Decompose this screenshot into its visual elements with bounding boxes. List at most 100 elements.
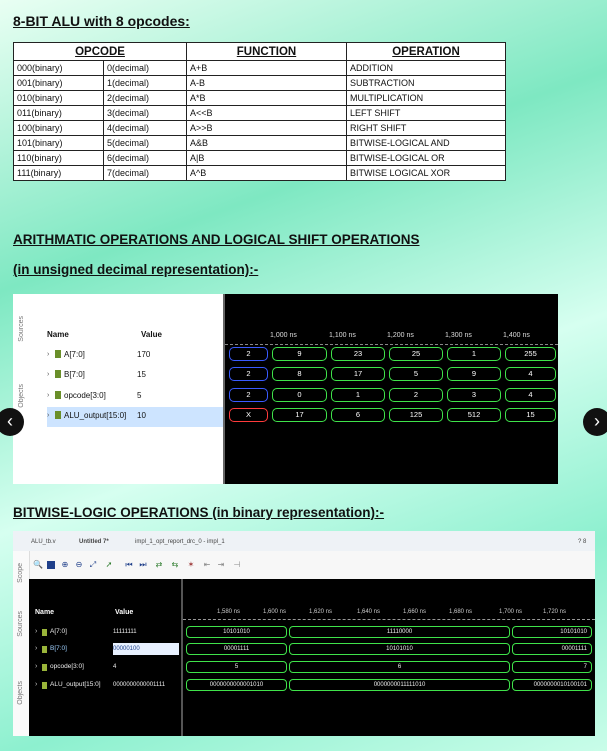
signal-chevron-icon[interactable]: › bbox=[35, 681, 37, 688]
time-label: 1,000 ns bbox=[270, 332, 297, 339]
opcode-binary-cell: 110(binary) bbox=[13, 150, 104, 166]
scope-tab[interactable]: Scope bbox=[17, 563, 24, 583]
zoom-out-icon[interactable]: ⊖ bbox=[75, 561, 83, 569]
value-column-header: Value bbox=[141, 330, 162, 339]
wave-segment: 1 bbox=[447, 347, 501, 361]
table-row: 010(binary) 2(decimal) A*B MULTIPLICATION bbox=[13, 90, 506, 106]
table-row: 000(binary) 0(decimal) A+B ADDITION bbox=[13, 60, 506, 76]
signal-chevron-icon[interactable]: › bbox=[47, 392, 49, 399]
function-cell: A+B bbox=[186, 60, 347, 76]
wave-segment: 0 bbox=[272, 388, 327, 402]
wave-segment: 00001111 bbox=[186, 643, 287, 655]
marker-icon[interactable]: ⇆ bbox=[171, 561, 179, 569]
section-arith-subtitle: (in unsigned decimal representation):- bbox=[13, 262, 259, 277]
marker-next-icon[interactable]: ⇥ bbox=[217, 561, 225, 569]
operation-cell: BITWISE LOGICAL XOR bbox=[346, 165, 506, 181]
function-cell: A>>B bbox=[186, 120, 347, 136]
wave-panel[interactable]: 1,000 ns 1,100 ns 1,200 ns 1,300 ns 1,400 ns… bbox=[225, 294, 558, 484]
name-column-header: Name bbox=[35, 609, 55, 616]
opcode-binary-cell: 010(binary) bbox=[13, 90, 104, 106]
signal-name[interactable]: A[7:0] bbox=[50, 628, 67, 635]
table-row: 111(binary) 7(decimal) A^B BITWISE LOGICAL … bbox=[13, 165, 506, 181]
wave-segment: 0000000010100101 bbox=[512, 679, 592, 691]
signal-value: 10 bbox=[137, 411, 146, 420]
signal-chevron-icon[interactable]: › bbox=[47, 412, 49, 419]
wave-segment: 255 bbox=[505, 347, 556, 361]
operation-cell: RIGHT SHIFT bbox=[346, 120, 506, 136]
tab-untitled-7[interactable]: Untitled 7* bbox=[79, 539, 109, 545]
signal-name[interactable]: A[7:0] bbox=[64, 350, 85, 359]
section-arith-title: ARITHMATIC OPERATIONS AND LOGICAL SHIFT … bbox=[13, 232, 420, 247]
search-icon[interactable]: 🔍 bbox=[33, 561, 43, 569]
timeline-ruler bbox=[183, 611, 595, 620]
wave-segment: 2 bbox=[229, 347, 268, 361]
signal-chevron-icon[interactable]: › bbox=[35, 628, 37, 635]
objects-tab[interactable]: Objects bbox=[17, 681, 24, 705]
signal-name[interactable]: opcode[3:0] bbox=[50, 663, 84, 670]
signal-chevron-icon[interactable]: › bbox=[35, 645, 37, 652]
waveform-viewer-decimal[interactable]: Sources Objects Name Value › A[7:0] 170 › B[… bbox=[13, 294, 558, 484]
signal-chevron-icon[interactable]: › bbox=[47, 351, 49, 358]
tab-impl-report[interactable]: impl_1_opt_report_drc_0 - impl_1 bbox=[135, 539, 225, 545]
signal-chevron-icon[interactable]: › bbox=[35, 663, 37, 670]
wave-segment: 4 bbox=[505, 367, 556, 381]
operation-cell: MULTIPLICATION bbox=[346, 90, 506, 106]
opcode-decimal-cell: 6(decimal) bbox=[103, 150, 187, 166]
bar-icon[interactable]: ⊣ bbox=[233, 561, 241, 569]
time-label: 1,720 ns bbox=[543, 609, 567, 615]
sources-tab[interactable]: Sources bbox=[18, 316, 25, 342]
objects-tab[interactable]: Objects bbox=[18, 384, 25, 408]
help-corner[interactable]: ? 8 bbox=[578, 539, 586, 545]
wave-segment: 3 bbox=[447, 388, 501, 402]
go-start-icon[interactable]: ⏮ bbox=[125, 561, 133, 569]
wave-segment: 10101010 bbox=[289, 643, 510, 655]
wave-segment: 1 bbox=[331, 388, 385, 402]
signal-value: 170 bbox=[137, 350, 151, 359]
operation-cell: LEFT SHIFT bbox=[346, 105, 506, 121]
opcode-binary-cell: 011(binary) bbox=[13, 105, 104, 121]
zoom-fit-icon[interactable]: ⤢ bbox=[89, 561, 97, 569]
sources-tab[interactable]: Sources bbox=[17, 611, 24, 637]
signal-value: 00000100 bbox=[113, 643, 179, 655]
time-label: 1,100 ns bbox=[329, 332, 356, 339]
wave-segment: 0000000011111010 bbox=[289, 679, 510, 691]
waveform-viewer-binary[interactable]: ALU_tb.v Untitled 7* impl_1_opt_report_d… bbox=[13, 531, 595, 736]
time-label: 1,660 ns bbox=[403, 609, 427, 615]
save-icon[interactable] bbox=[47, 561, 55, 569]
signal-value: 5 bbox=[137, 391, 142, 400]
cursor-icon[interactable]: ➚ bbox=[105, 561, 113, 569]
opcode-decimal-cell: 0(decimal) bbox=[103, 60, 187, 76]
signal-icon bbox=[55, 411, 61, 419]
go-end-icon[interactable]: ⏭ bbox=[139, 561, 147, 569]
wave-segment: 10101010 bbox=[186, 626, 287, 638]
opcode-decimal-cell: 4(decimal) bbox=[103, 120, 187, 136]
signal-icon bbox=[42, 646, 47, 653]
time-label: 1,300 ns bbox=[445, 332, 472, 339]
objects-panel: Name Value › A[7:0] 11111111 › B[7:0] 0000010… bbox=[29, 579, 181, 736]
swap-icon[interactable]: ⇄ bbox=[155, 561, 163, 569]
wave-panel[interactable]: 1,580 ns 1,600 ns 1,620 ns 1,640 ns 1,660 ns… bbox=[183, 579, 595, 736]
signal-chevron-icon[interactable]: › bbox=[47, 371, 49, 378]
signal-name[interactable]: B[7:0] bbox=[50, 645, 67, 652]
signal-value: 4 bbox=[113, 664, 117, 670]
signal-icon bbox=[42, 629, 47, 636]
operation-header: OPERATION bbox=[346, 42, 506, 61]
time-label: 1,640 ns bbox=[357, 609, 381, 615]
signal-name[interactable]: opcode[3:0] bbox=[64, 391, 106, 400]
zoom-in-icon[interactable]: ⊕ bbox=[61, 561, 69, 569]
marker-prev-icon[interactable]: ⇤ bbox=[203, 561, 211, 569]
section-bitwise-title: BITWISE-LOGIC OPERATIONS (in binary repr… bbox=[13, 505, 385, 520]
wave-segment: 6 bbox=[331, 408, 385, 422]
next-slide-button[interactable]: › bbox=[583, 408, 607, 436]
wave-segment: 2 bbox=[389, 388, 443, 402]
tab-alu-tb[interactable]: ALU_tb.v bbox=[31, 539, 56, 545]
signal-name[interactable]: ALU_output[15:0] bbox=[64, 411, 126, 420]
signal-name[interactable]: B[7:0] bbox=[64, 370, 85, 379]
snap-icon[interactable]: ✶ bbox=[187, 561, 195, 569]
wave-segment: 512 bbox=[447, 408, 501, 422]
wave-segment: 9 bbox=[272, 347, 327, 361]
wave-segment: 0000000000001010 bbox=[186, 679, 287, 691]
signal-name[interactable]: ALU_output[15:0] bbox=[50, 681, 101, 688]
operation-cell: ADDITION bbox=[346, 60, 506, 76]
table-row: 011(binary) 3(decimal) A<<B LEFT SHIFT bbox=[13, 105, 506, 121]
